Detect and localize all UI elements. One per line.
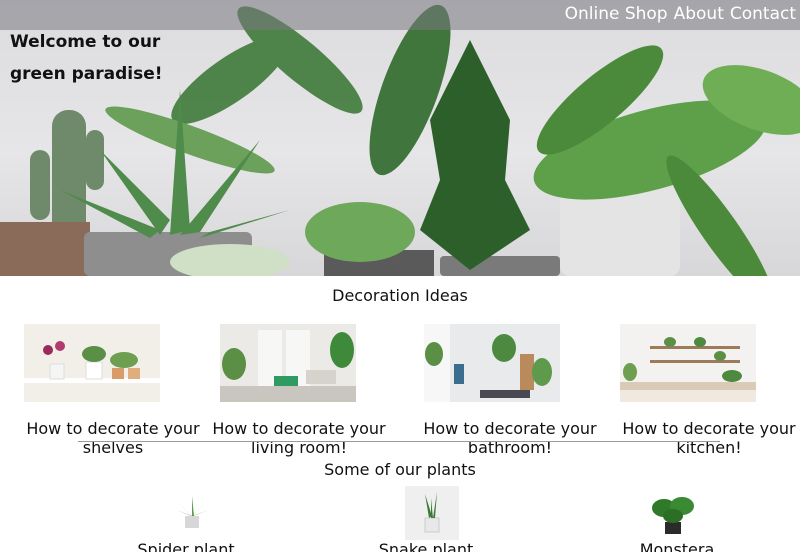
spider-plant-name[interactable]: Spider plant — [126, 540, 246, 552]
shelves-image — [24, 324, 160, 402]
shelves-caption[interactable]: How to decorate your shelves — [13, 419, 213, 457]
welcome-line-2: green paradise! — [10, 64, 163, 84]
monstera-icon — [652, 497, 694, 534]
monstera-name[interactable]: Monstera — [617, 540, 737, 552]
decoration-ideas-title: Decoration Ideas — [332, 286, 468, 305]
spider-plant-icon — [175, 496, 209, 528]
nav-contact-link[interactable]: Contact — [730, 4, 796, 24]
bathroom-caption[interactable]: How to decorate your bathroom! — [410, 419, 610, 457]
hero-banner: Online Shop About Contact Welcome to our… — [0, 0, 800, 276]
snake-plant-icon — [405, 486, 459, 540]
kitchen-thumbnail[interactable] — [620, 324, 756, 402]
nav-links: Online Shop About Contact — [565, 4, 796, 24]
kitchen-image — [620, 324, 756, 402]
living-room-thumbnail[interactable] — [220, 324, 356, 402]
bathroom-thumbnail[interactable] — [424, 324, 560, 402]
kitchen-caption[interactable]: How to decorate your kitchen! — [609, 419, 800, 457]
plants-title: Some of our plants — [324, 460, 476, 479]
section-divider — [78, 441, 720, 442]
nav-about-link[interactable]: About — [674, 4, 724, 24]
bathroom-image — [424, 324, 560, 402]
shelves-thumbnail[interactable] — [24, 324, 160, 402]
snake-plant-image[interactable] — [372, 486, 492, 544]
living-room-image — [220, 324, 356, 402]
nav-online-shop-link[interactable]: Online Shop — [565, 4, 668, 24]
snake-plant-name[interactable]: Snake plant — [366, 540, 486, 552]
welcome-heading: Welcome to our green paradise! — [10, 26, 170, 90]
spider-plant-image[interactable] — [132, 486, 252, 544]
living-room-caption[interactable]: How to decorate your living room! — [199, 419, 399, 457]
welcome-line-1: Welcome to our — [10, 32, 161, 52]
monstera-image[interactable] — [613, 486, 733, 544]
